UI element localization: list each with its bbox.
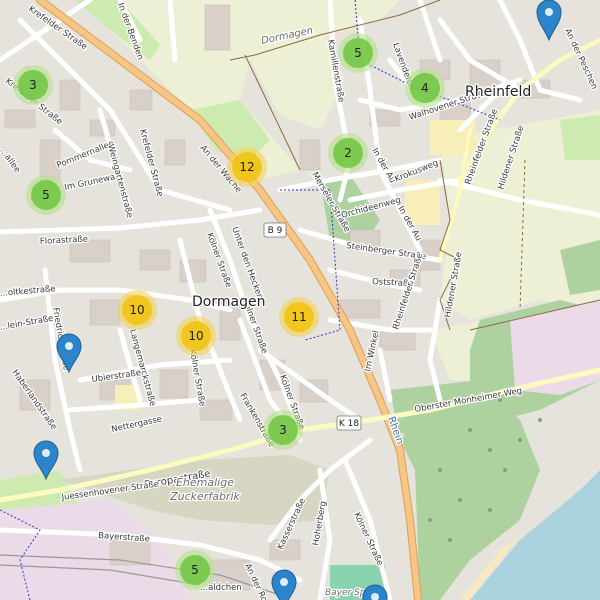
area-label-zuckerfabrik-1: Ehemalige	[176, 476, 234, 489]
cluster-count: 3	[29, 78, 37, 92]
map-tiles: B 9 K 18 Krefelder Straße In der Benden …	[0, 0, 600, 600]
cluster-bubble-icon[interactable]: 4	[405, 68, 445, 108]
cluster-bubble-icon[interactable]: 5	[175, 550, 215, 590]
cluster-count: 10	[188, 329, 203, 343]
cluster-count: 3	[279, 423, 287, 437]
cluster-bubble-icon[interactable]: 5	[26, 175, 66, 215]
place-label-rheinfeld: Rheinfeld	[465, 84, 531, 100]
cluster-count: 5	[354, 46, 362, 60]
cluster-count: 12	[239, 160, 254, 174]
road-ref-b9: B 9	[263, 222, 287, 238]
cluster-count: 2	[344, 146, 352, 160]
road-ref-k18-label: K 18	[339, 419, 359, 429]
map-canvas[interactable]: B 9 K 18 Krefelder Straße In der Benden …	[0, 0, 600, 600]
cluster-count: 5	[42, 188, 50, 202]
cluster-count: 10	[129, 303, 144, 317]
cluster-bubble-icon[interactable]: 2	[328, 133, 368, 173]
cluster-count: 4	[421, 81, 429, 95]
road-ref-k18: K 18	[336, 415, 362, 431]
area-label-zuckerfabrik-2: Zuckerfabrik	[169, 490, 240, 503]
cluster-count: 5	[191, 563, 199, 577]
cluster-bubble-icon[interactable]: 10	[117, 290, 157, 330]
place-label-dormagen: Dormagen	[192, 294, 265, 310]
cluster-bubble-icon[interactable]: 11	[279, 297, 319, 337]
cluster-bubble-icon[interactable]: 12	[227, 147, 267, 187]
cluster-bubble-icon[interactable]: 3	[263, 410, 303, 450]
cluster-bubble-icon[interactable]: 5	[338, 33, 378, 73]
cluster-bubble-icon[interactable]: 10	[176, 316, 216, 356]
road-ref-b9-label: B 9	[268, 226, 283, 236]
cluster-count: 11	[291, 310, 306, 324]
cluster-bubble-icon[interactable]: 3	[13, 65, 53, 105]
